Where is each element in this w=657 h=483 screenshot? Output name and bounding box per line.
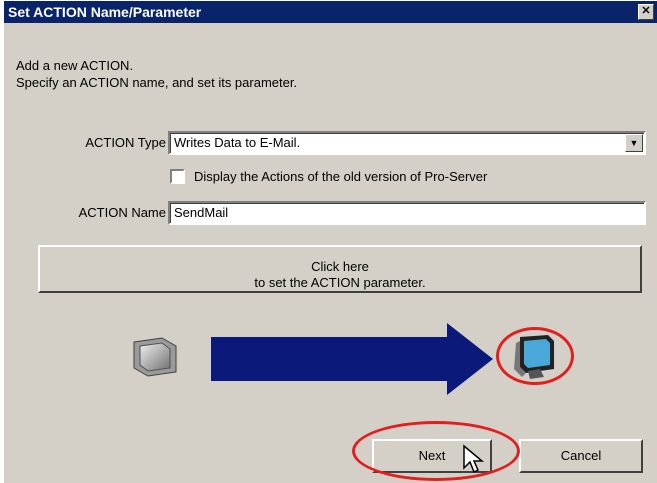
close-icon[interactable]: ✕ (638, 4, 654, 20)
set-parameter-line-1: Click here (311, 259, 369, 274)
chevron-down-icon[interactable]: ▼ (625, 134, 643, 152)
action-name-input[interactable]: SendMail (168, 201, 646, 225)
action-name-label: ACTION Name (78, 205, 166, 220)
target-highlight-ring (496, 327, 574, 385)
next-highlight-ring (352, 421, 520, 481)
description-line-1: Add a new ACTION. (16, 58, 134, 73)
display-panel-icon (133, 337, 177, 377)
right-arrow-icon (211, 323, 493, 395)
set-parameter-line-2: to set the ACTION parameter. (254, 275, 426, 290)
action-type-select[interactable]: Writes Data to E-Mail. ▼ (168, 131, 646, 155)
cancel-button[interactable]: Cancel (519, 439, 643, 473)
old-version-checkbox[interactable] (170, 169, 185, 184)
dialog-window: Set ACTION Name/Parameter ✕ Add a new AC… (2, 0, 657, 483)
description-line-2: Specify an ACTION name, and set its para… (16, 75, 298, 90)
set-parameter-button[interactable]: Click here to set the ACTION parameter. (38, 245, 642, 293)
title-bar: Set ACTION Name/Parameter ✕ (4, 1, 657, 23)
mouse-pointer-icon (463, 444, 485, 474)
action-type-value: Writes Data to E-Mail. (174, 135, 301, 150)
cancel-button-label: Cancel (560, 448, 602, 463)
action-type-label: ACTION Type (85, 135, 166, 150)
dialog-title: Set ACTION Name/Parameter (8, 4, 202, 20)
action-name-value: SendMail (174, 205, 229, 220)
dialog-description: Add a new ACTION. Specify an ACTION name… (16, 57, 297, 91)
old-version-checkbox-label[interactable]: Display the Actions of the old version o… (194, 169, 487, 184)
